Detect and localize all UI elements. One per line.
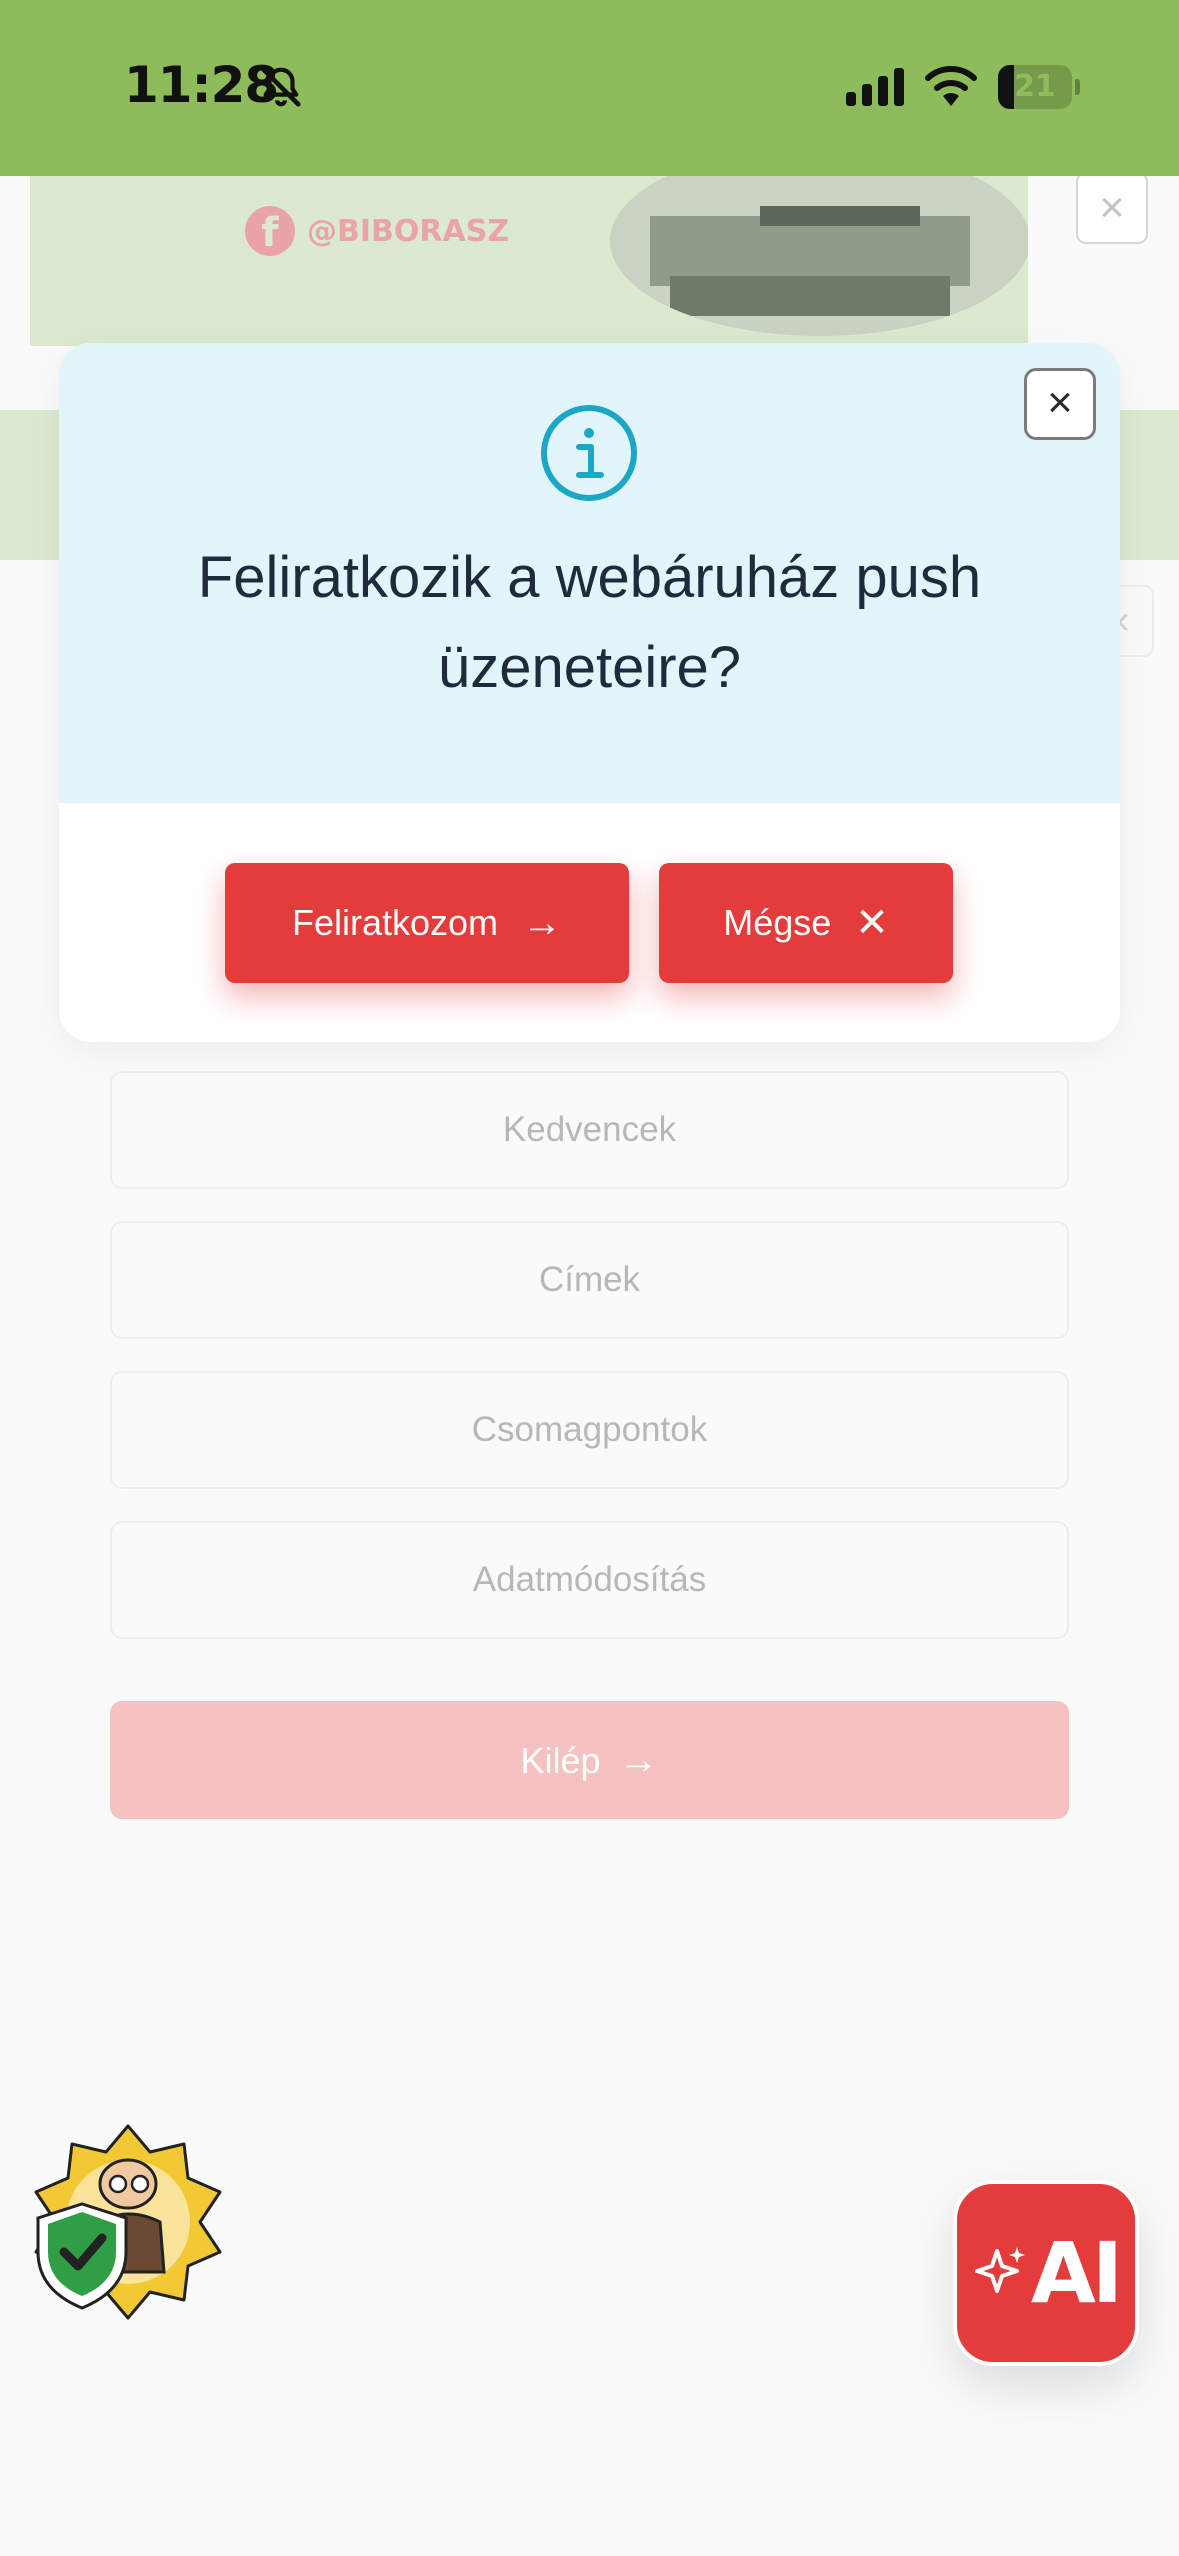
- status-time: 11:28: [124, 56, 279, 114]
- push-subscribe-dialog: × Feliratkozik a webáruház push üzenetei…: [59, 343, 1120, 1042]
- battery-indicator: 21: [998, 65, 1080, 109]
- wifi-icon: [925, 66, 977, 106]
- info-icon: [541, 405, 637, 501]
- status-bar: 11:28 21: [0, 0, 1179, 176]
- bell-muted-icon: [261, 67, 301, 107]
- facebook-handle: f @BIBORASZ: [245, 206, 509, 256]
- menu-item-favorites[interactable]: Kedvencek: [110, 1071, 1069, 1189]
- close-icon: ✕: [855, 901, 889, 945]
- dialog-close-button[interactable]: ×: [1024, 368, 1096, 440]
- menu-item-edit-profile[interactable]: Adatmódosítás: [110, 1521, 1069, 1639]
- subscribe-button[interactable]: Feliratkozom →: [225, 863, 629, 983]
- dialog-title: Feliratkozik a webáruház push üzeneteire…: [197, 545, 982, 700]
- logout-button[interactable]: Kilép →: [110, 1701, 1069, 1819]
- arrow-right-icon: →: [522, 900, 563, 945]
- trust-badge-icon[interactable]: [28, 2122, 228, 2322]
- sparkle-icon: [974, 2247, 1025, 2293]
- menu-item-addresses[interactable]: Címek: [110, 1221, 1069, 1339]
- banner-close-button[interactable]: ×: [1076, 172, 1148, 244]
- promo-banner[interactable]: f @BIBORASZ: [30, 176, 1028, 346]
- facebook-icon: f: [245, 206, 295, 256]
- logout-label: Kilép: [520, 1740, 601, 1781]
- battery-percent: 21: [1014, 69, 1056, 104]
- cancel-button[interactable]: Mégse ✕: [659, 863, 953, 983]
- ai-label: AI: [1030, 2224, 1123, 2322]
- cellular-signal-icon: [846, 68, 904, 106]
- store-photo: [610, 176, 1028, 336]
- facebook-handle-text: @BIBORASZ: [307, 213, 510, 249]
- subscribe-label: Feliratkozom: [291, 902, 499, 943]
- menu-item-parcel-points[interactable]: Csomagpontok: [110, 1371, 1069, 1489]
- cancel-label: Mégse: [723, 902, 832, 943]
- arrow-right-icon: →: [618, 1738, 659, 1782]
- ai-assistant-button[interactable]: AI: [953, 2180, 1139, 2366]
